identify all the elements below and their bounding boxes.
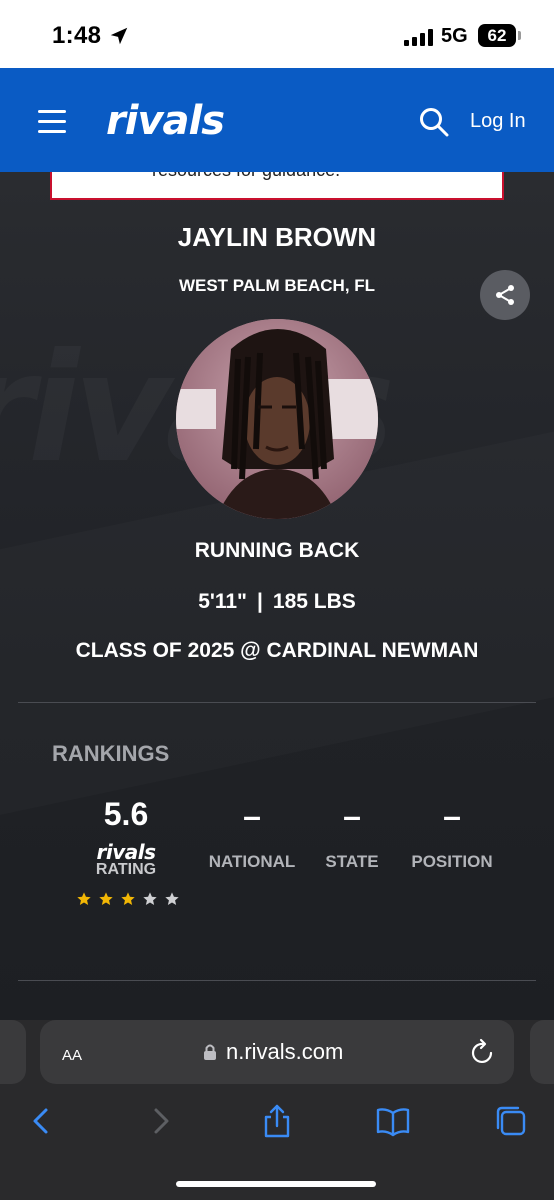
divider — [18, 702, 536, 703]
national-rank-value: – — [243, 798, 261, 834]
rating-value: 5.6 — [103, 796, 149, 832]
player-photo — [176, 319, 378, 519]
player-hometown: WEST PALM BEACH, FL — [178, 276, 376, 295]
site-header: rivals Log In — [0, 68, 554, 172]
national-rank: – NATIONAL — [200, 796, 304, 872]
network-type: 5G — [441, 25, 468, 47]
signal-icon — [404, 29, 433, 46]
player-profile: rivals resources for guidance. JAYLIN BR… — [0, 172, 554, 1020]
star-icon — [165, 892, 179, 905]
status-time: 1:48 — [52, 22, 102, 49]
player-class-school: CLASS OF 2025 @ CARDINAL NEWMAN — [75, 639, 479, 662]
previous-tab-preview[interactable] — [0, 1020, 26, 1084]
position-rank: – POSITION — [400, 796, 504, 872]
star-icon — [99, 892, 113, 905]
ad-banner[interactable]: resources for guidance. — [50, 172, 504, 200]
state-rank-value: – — [343, 798, 361, 834]
rivals-logo[interactable]: rivals — [106, 98, 225, 144]
back-arrow-icon[interactable] — [24, 1104, 58, 1138]
share-sheet-icon[interactable] — [260, 1104, 294, 1138]
ad-text: resources for guidance. — [152, 172, 442, 182]
hamburger-menu-icon[interactable] — [38, 110, 68, 134]
player-position: RUNNING BACK — [194, 539, 360, 562]
home-indicator — [176, 1181, 376, 1187]
tabs-icon[interactable] — [494, 1104, 528, 1138]
battery-tip — [518, 31, 521, 40]
player-weight: 185 LBS — [272, 590, 356, 613]
state-rank: – STATE — [312, 796, 392, 872]
search-icon[interactable] — [418, 106, 450, 138]
state-rank-label: STATE — [325, 852, 379, 871]
reader-options-button[interactable]: AA — [62, 1040, 82, 1066]
position-rank-label: POSITION — [411, 852, 493, 871]
star-icon — [143, 892, 157, 905]
forward-arrow-icon[interactable] — [144, 1104, 178, 1138]
reload-icon[interactable] — [470, 1038, 496, 1066]
star-icon — [77, 892, 91, 905]
location-arrow-icon — [110, 27, 128, 45]
star-rating — [76, 891, 180, 909]
position-rank-value: – — [443, 798, 461, 834]
share-button[interactable] — [480, 270, 530, 320]
lock-icon — [204, 1044, 216, 1060]
player-height: 5'11" — [198, 590, 248, 613]
address-bar[interactable]: AA n.rivals.com — [40, 1020, 514, 1084]
share-icon — [496, 285, 514, 305]
player-name: JAYLIN BROWN — [177, 222, 377, 252]
player-measurements: 5'11" | 185 LBS — [0, 590, 554, 614]
next-tab-preview[interactable] — [530, 1020, 554, 1084]
safari-address-area: AA n.rivals.com — [0, 1020, 554, 1090]
rating-label: RATING — [95, 861, 157, 878]
national-rank-label: NATIONAL — [208, 852, 296, 871]
divider — [18, 980, 536, 981]
aa-label: AA — [62, 1047, 83, 1064]
url-text[interactable]: n.rivals.com — [226, 1039, 343, 1065]
bookmarks-icon[interactable] — [376, 1104, 410, 1138]
battery-icon: 62 — [478, 24, 516, 47]
measure-separator: | — [257, 590, 263, 613]
rankings-heading: RANKINGS — [52, 741, 170, 766]
login-link[interactable]: Log In — [470, 110, 526, 133]
status-bar: 1:48 5G 62 — [0, 0, 554, 68]
star-icon — [121, 892, 135, 905]
